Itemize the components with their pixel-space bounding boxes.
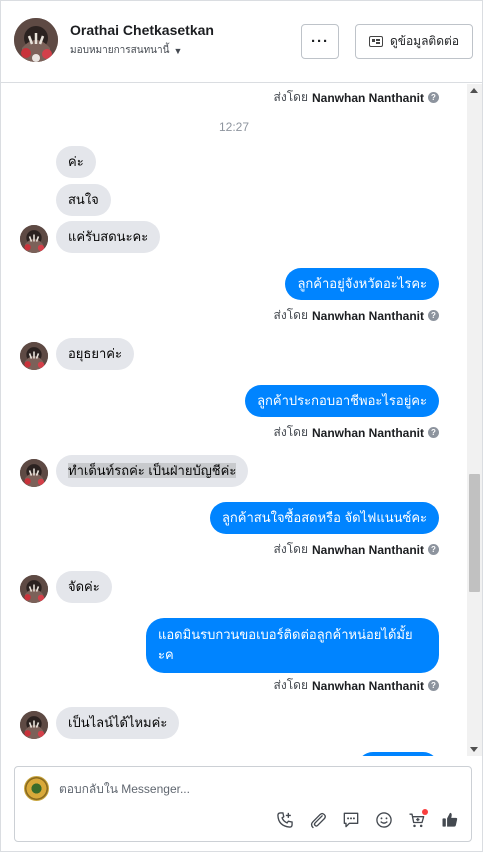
sent-by-label: ส่งโดย Nanwhan Nanthanit ? <box>274 88 439 107</box>
notification-dot <box>422 809 428 815</box>
sent-by-label: ส่งโดย Nanwhan Nanthanit ? <box>274 676 439 695</box>
conversation-header: Orathai Chetkasetkan มอบหมายการสนทนานี้ … <box>1 1 482 83</box>
outgoing-message[interactable]: แอดมินรบกวนขอเบอร์ติดต่อลูกค้าหน่อยได้มั… <box>146 618 439 673</box>
message-list-scrollbar[interactable] <box>467 84 482 756</box>
outgoing-message[interactable]: ลูกค้าอยู่จังหวัดอะไรคะ <box>285 268 439 300</box>
incoming-message[interactable]: แค่รับสดนะคะ <box>56 221 161 253</box>
attachment-icon[interactable] <box>307 809 329 831</box>
selected-message-text: ทำเด็นท์รถค่ะ เป็นฝ่ายบัญชีค่ะ <box>68 463 237 478</box>
emoji-icon[interactable] <box>373 809 395 831</box>
contact-name[interactable]: Orathai Chetkasetkan <box>70 22 214 38</box>
sent-by-label: ส่งโดย Nanwhan Nanthanit ? <box>274 306 439 325</box>
outgoing-message[interactable]: ลูกค้าประกอบอาชีพอะไรอยู่คะ <box>245 385 439 417</box>
contact-avatar-small <box>20 575 48 603</box>
incoming-message[interactable]: จัดค่ะ <box>56 571 112 603</box>
contact-avatar[interactable] <box>14 18 58 62</box>
assign-conversation-dropdown[interactable]: มอบหมายการสนทนานี้ ▼ <box>70 43 182 58</box>
help-icon[interactable]: ? <box>428 92 439 103</box>
view-contact-info-button[interactable]: ดูข้อมูลติดต่อ <box>355 24 473 59</box>
contact-avatar-small <box>20 225 48 253</box>
incoming-message[interactable]: เป็นไลน์ได้ไหมค่ะ <box>56 707 180 739</box>
contact-avatar-small <box>20 711 48 739</box>
contact-card-icon <box>368 36 383 47</box>
saved-reply-icon[interactable] <box>340 809 362 831</box>
reply-input[interactable] <box>59 779 439 799</box>
more-icon: ··· <box>311 33 329 50</box>
reply-composer <box>14 766 472 842</box>
incoming-message[interactable]: สนใจ <box>56 184 111 216</box>
scrollbar-thumb[interactable] <box>469 474 480 592</box>
contact-avatar-small <box>20 459 48 487</box>
sent-by-label: ส่งโดย Nanwhan Nanthanit ? <box>274 423 439 442</box>
outgoing-message[interactable]: ลูกค้าสนใจซื้อสดหรือ จัดไฟแนนซ์คะ <box>209 502 439 534</box>
timestamp-separator: 12:27 <box>218 120 250 134</box>
composer-toolbar <box>274 809 461 831</box>
incoming-message[interactable]: อยุธยาค่ะ <box>56 338 134 370</box>
contact-avatar-small <box>20 342 48 370</box>
incoming-message[interactable]: ทำเด็นท์รถค่ะ เป็นฝ่ายบัญชีค่ะ <box>56 455 249 487</box>
page-avatar <box>24 776 49 801</box>
scroll-down-arrow-icon[interactable] <box>470 747 478 752</box>
outgoing-message-partial[interactable] <box>357 752 439 756</box>
assign-label: มอบหมายการสนทนานี้ <box>70 45 170 56</box>
sent-by-label: ส่งโดย Nanwhan Nanthanit ? <box>274 540 439 559</box>
help-icon[interactable]: ? <box>428 310 439 321</box>
call-icon[interactable] <box>274 809 296 831</box>
scroll-up-arrow-icon[interactable] <box>470 88 478 93</box>
help-icon[interactable]: ? <box>428 680 439 691</box>
help-icon[interactable]: ? <box>428 427 439 438</box>
view-contact-info-label: ดูข้อมูลติดต่อ <box>389 34 460 48</box>
incoming-message[interactable]: ค่ะ <box>56 146 96 178</box>
message-list[interactable]: ส่งโดย Nanwhan Nanthanit ? 12:27 ค่ะ สนใ… <box>1 84 467 756</box>
more-options-button[interactable]: ··· <box>301 24 339 59</box>
messenger-conversation-panel: Orathai Chetkasetkan มอบหมายการสนทนานี้ … <box>0 0 483 852</box>
help-icon[interactable]: ? <box>428 544 439 555</box>
caret-down-icon: ▼ <box>173 45 183 56</box>
like-icon[interactable] <box>439 809 461 831</box>
cart-icon[interactable] <box>406 809 428 831</box>
